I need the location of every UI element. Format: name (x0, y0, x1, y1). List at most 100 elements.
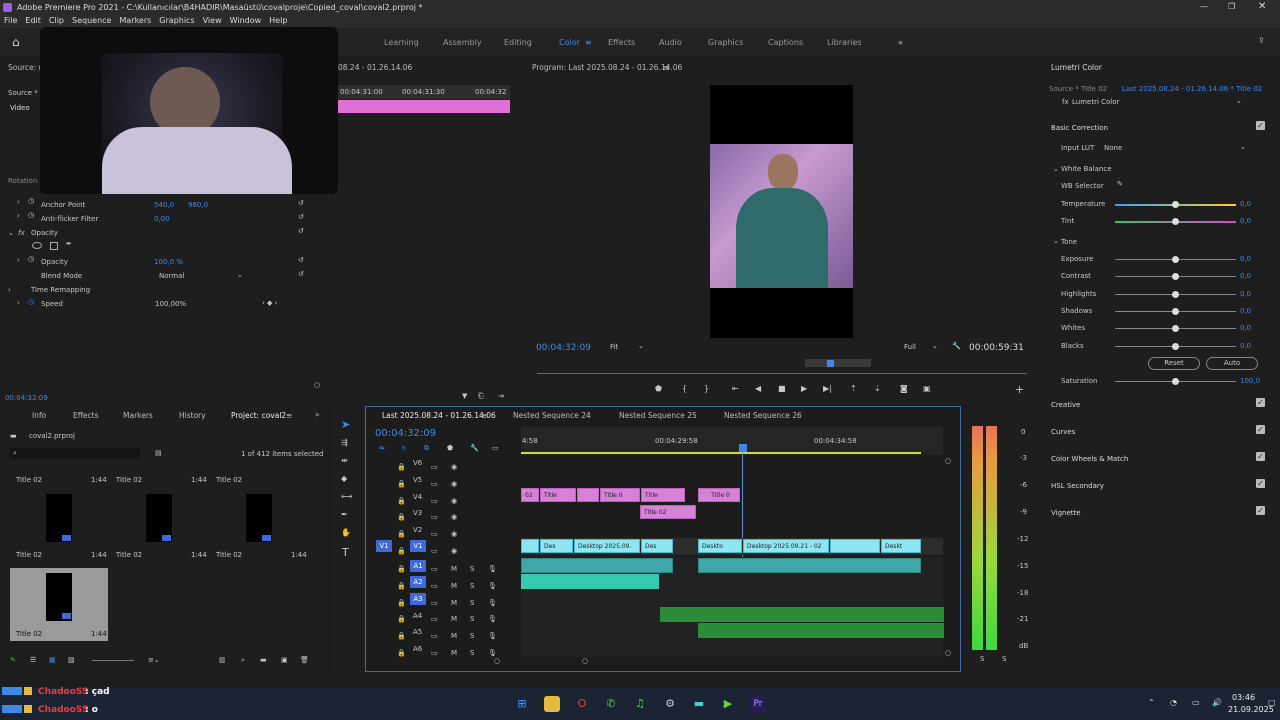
highlights-value[interactable]: 0,0 (1240, 290, 1251, 298)
v1-clip[interactable]: Deskt (881, 539, 921, 553)
pen-mask-icon[interactable]: ✒ (66, 240, 72, 248)
blend-reset-icon[interactable]: ↺ (298, 270, 304, 278)
automate-icon[interactable]: ▥ (219, 656, 226, 664)
v1-label[interactable]: V1 (410, 540, 426, 552)
tray-chevron-icon[interactable]: ⌃ (1148, 698, 1155, 707)
blend-select[interactable]: Normal (159, 272, 245, 280)
reset-button[interactable]: Reset (1148, 357, 1200, 370)
a3-label[interactable]: A3 (410, 593, 426, 605)
steam-icon[interactable]: ⚙ (662, 696, 678, 712)
ws-libraries[interactable]: Libraries (827, 38, 862, 47)
timeline-tab[interactable]: Nested Sequence 24 (513, 411, 591, 420)
eyedropper-icon[interactable]: ✎ (1117, 180, 1123, 188)
v1-clip-plain[interactable] (830, 539, 880, 553)
project-search-input[interactable]: ⌕ (10, 448, 140, 459)
selection-tool-icon[interactable]: ➤ (341, 418, 350, 431)
lock-icon[interactable]: 🔒 🔒 🔒 🔒 🔒 🔒 (397, 459, 406, 560)
input-lut-select[interactable]: None (1104, 144, 1122, 152)
slip-tool-icon[interactable]: ⟷ (341, 492, 352, 501)
menu-markers[interactable]: Markers (119, 16, 151, 25)
lut-chevron-icon[interactable]: ⌄ (1240, 143, 1246, 151)
v1-clip[interactable]: Desktop 2025.09. (574, 539, 640, 553)
ec-zoom-handle-icon[interactable]: ○ (314, 381, 320, 389)
timeline-menu-icon[interactable]: ≡ (481, 411, 487, 420)
blacks-slider[interactable] (1115, 343, 1236, 350)
new-item-icon[interactable]: ▣ (281, 656, 288, 664)
program-menu-icon[interactable]: ≡ (663, 63, 669, 72)
blacks-value[interactable]: 0,0 (1240, 342, 1251, 350)
contrast-value[interactable]: 0,0 (1240, 272, 1251, 280)
play-icon[interactable]: ▶ (801, 384, 807, 393)
lumetri-source[interactable]: Source * Title 02 (1049, 85, 1107, 93)
speed-expand-icon[interactable]: › (17, 299, 20, 307)
v1-clip-plain[interactable] (521, 539, 539, 553)
track-select-tool-icon[interactable]: ⇶ (341, 438, 348, 447)
pencil-icon[interactable]: ✎ (10, 656, 16, 664)
a4-clip[interactable] (660, 607, 944, 622)
program-scrubber[interactable] (537, 373, 1027, 374)
menu-graphics[interactable]: Graphics (159, 16, 194, 25)
shadows-value[interactable]: 0,0 (1240, 307, 1251, 315)
export-frame-icon[interactable]: ◙ (900, 384, 908, 393)
v2-label[interactable]: V2 (413, 526, 422, 534)
flicker-stopwatch-icon[interactable]: ◷ (28, 211, 34, 219)
vignette-checkbox[interactable]: ✓ (1256, 506, 1265, 515)
opacity-stopwatch-icon[interactable]: ◷ (28, 255, 34, 263)
curves-section[interactable]: Curves (1051, 428, 1075, 436)
hsl-checkbox[interactable]: ✓ (1256, 479, 1265, 488)
basic-correction[interactable]: Basic Correction (1051, 124, 1108, 132)
a1-clip[interactable] (698, 558, 921, 573)
opera-icon[interactable]: O (574, 696, 590, 712)
anchor-y[interactable]: 960,0 (188, 201, 208, 209)
type-tool-icon[interactable]: T (342, 546, 349, 559)
ws-color[interactable]: Color (559, 38, 580, 47)
add-marker-icon[interactable]: ⬟ (655, 384, 662, 393)
tab-project[interactable]: Project: coval2 (231, 411, 286, 420)
list-view-icon[interactable]: ☰ (30, 656, 36, 664)
zoom-start-handle-icon[interactable]: ○ (494, 657, 500, 665)
v4-label[interactable]: V4 (413, 493, 422, 501)
go-to-in-icon[interactable]: ⇤ (732, 384, 739, 393)
ec-clip-bar[interactable] (338, 100, 510, 113)
opacity-expand-sub-icon[interactable]: › (17, 256, 20, 264)
mic-icon[interactable]: 🎙 🎙 🎙 🎙 🎙 🎙 (488, 561, 497, 662)
white-balance[interactable]: White Balance (1061, 165, 1112, 173)
ec-settings-icon[interactable]: ⇥ (498, 392, 504, 400)
mute-icon[interactable]: MMMMMM (451, 561, 457, 662)
ws-assembly[interactable]: Assembly (443, 38, 482, 47)
ws-captions[interactable]: Captions (768, 38, 803, 47)
fit-select[interactable]: Fit (610, 343, 618, 351)
whites-slider[interactable] (1115, 325, 1236, 332)
add-marker-tl-icon[interactable]: ⬟ (447, 444, 453, 452)
a2-clip[interactable] (521, 574, 659, 589)
solo-icon[interactable]: SSSSSS (470, 561, 474, 662)
hand-tool-icon[interactable]: ✋ (341, 528, 351, 537)
clock-date[interactable]: 21.09.2025 (1228, 705, 1274, 714)
solo-left-button[interactable]: S (980, 655, 984, 663)
project-menu-icon[interactable]: ≡ (286, 411, 292, 420)
color-wheels-checkbox[interactable]: ✓ (1256, 452, 1265, 461)
timeline-scroll-handle-icon[interactable]: ○ (945, 649, 951, 657)
a5-clip[interactable] (698, 623, 944, 638)
thumb-size-slider[interactable] (92, 660, 134, 661)
home-icon[interactable]: ⌂ (12, 35, 20, 49)
file-explorer-icon[interactable] (544, 696, 560, 712)
tab-history[interactable]: History (179, 411, 206, 420)
v4-clip[interactable]: 02 (521, 488, 539, 502)
eye-icon[interactable]: ◉ ◉ ◉ ◉ ◉ ◉ (451, 459, 457, 560)
a6-label[interactable]: A6 (413, 645, 422, 653)
premiere-taskbar-icon[interactable]: Pr (750, 696, 766, 712)
share-icon[interactable]: ⇪ (1258, 36, 1265, 45)
trash-icon[interactable]: 🗑 (300, 656, 309, 664)
ws-graphics[interactable]: Graphics (708, 38, 743, 47)
menu-help[interactable]: Help (269, 16, 287, 25)
hsl-section[interactable]: HSL Secondary (1051, 482, 1104, 490)
a1-label[interactable]: A1 (410, 560, 426, 572)
v1-clip[interactable]: Deskto (698, 539, 742, 553)
captions-icon[interactable]: ▭ (492, 444, 499, 452)
v4-clip-plain[interactable] (577, 488, 599, 502)
linked-selection-icon[interactable]: ⧉ (424, 444, 429, 453)
spotify-icon[interactable]: ♫ (632, 696, 648, 712)
v1-source-patch[interactable]: V1 (376, 540, 392, 552)
audio-lock-icon[interactable]: 🔒 🔒 🔒 🔒 🔒 🔒 (397, 561, 406, 662)
